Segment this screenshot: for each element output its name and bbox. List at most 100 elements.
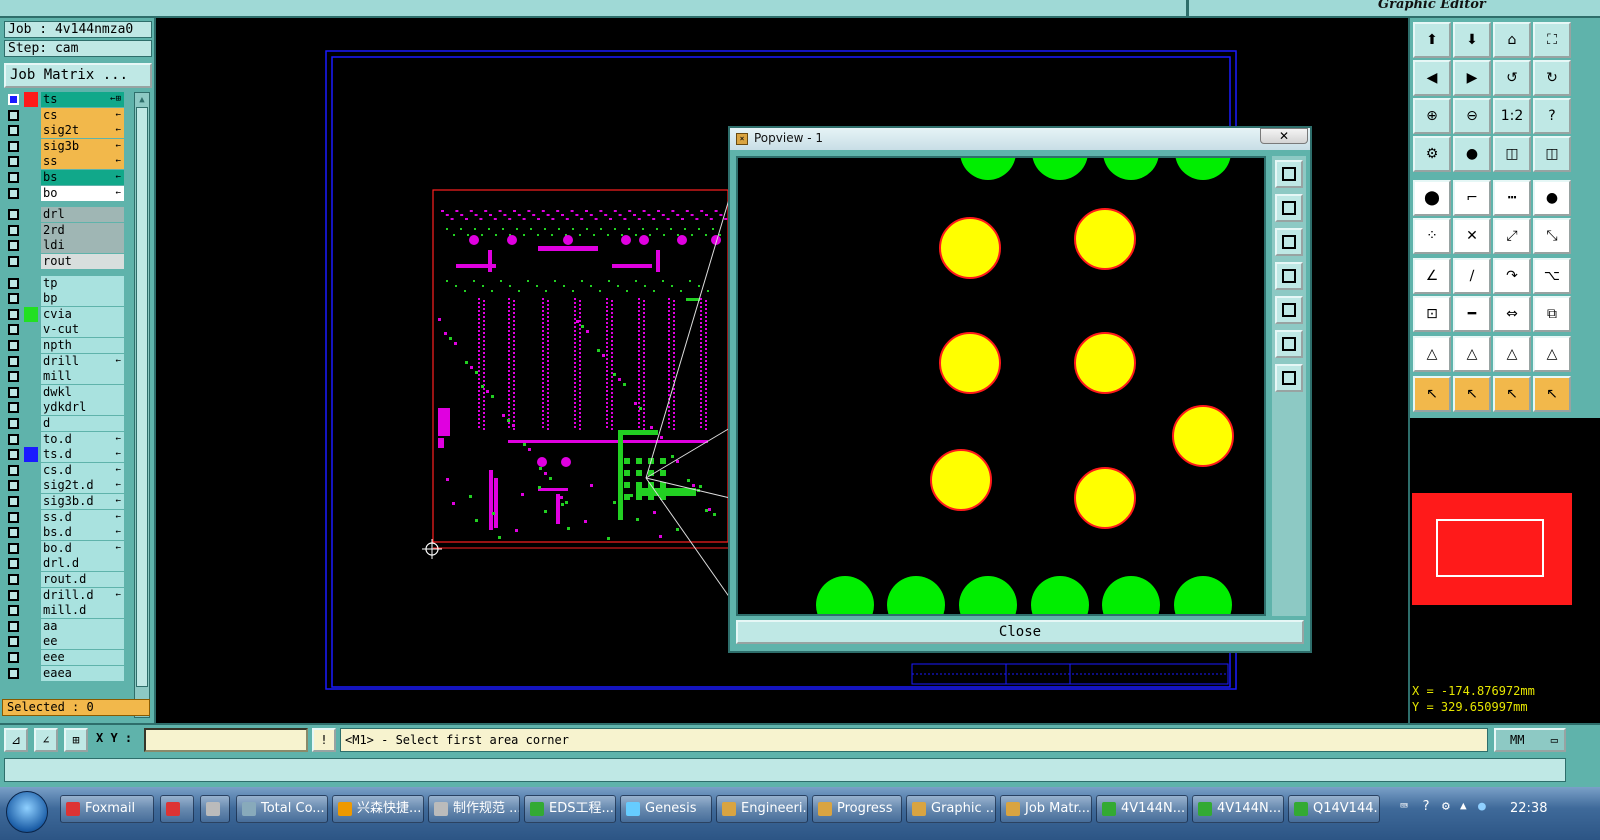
layer-checkbox[interactable]: [8, 542, 19, 554]
layer-color-swatch[interactable]: [24, 170, 38, 185]
layer-checkbox[interactable]: [8, 240, 19, 252]
layer-color-swatch[interactable]: [24, 369, 38, 384]
layer-row[interactable]: ldi: [4, 238, 126, 254]
layer-row[interactable]: bo.d ←: [4, 540, 126, 556]
layer-color-swatch[interactable]: [24, 254, 38, 269]
pan-left-tool-icon[interactable]: ◀: [1413, 60, 1451, 96]
slope-tool-icon[interactable]: ∕: [1453, 258, 1491, 294]
transform-tool-icon[interactable]: ⧉: [1533, 296, 1571, 332]
layer-name[interactable]: bo.d ←: [41, 540, 124, 556]
layer-row[interactable]: ss ←: [4, 154, 126, 170]
pv-pan-up-button[interactable]: [1275, 194, 1303, 222]
layer-checkbox[interactable]: [8, 574, 19, 585]
popview-window[interactable]: × Popview - 1 ✕ Close: [728, 126, 1312, 653]
layer-checkbox[interactable]: [8, 187, 19, 199]
layer-up-tool-icon[interactable]: ⬆: [1413, 22, 1451, 58]
scroll-up-icon[interactable]: ▲: [137, 95, 147, 105]
snap-mode-icon[interactable]: ⊿: [4, 728, 28, 752]
triangle-c-tool-icon[interactable]: △: [1493, 336, 1531, 372]
add-pad-tool-icon[interactable]: ⬤: [1413, 180, 1451, 216]
layer-name[interactable]: bs ←: [41, 170, 124, 185]
undo-view-tool-icon[interactable]: ↺: [1493, 60, 1531, 96]
layer-name[interactable]: eaea: [41, 665, 124, 681]
layer-name[interactable]: ydkdrl: [41, 400, 124, 416]
layer-name[interactable]: ts ←⊞: [41, 92, 124, 107]
layer-color-swatch[interactable]: [24, 123, 38, 138]
layer-row[interactable]: bo ←: [4, 185, 126, 201]
layer-checkbox[interactable]: [8, 418, 19, 429]
taskbar-item[interactable]: Progress: [812, 795, 902, 823]
layer-row[interactable]: ts ←⊞: [4, 92, 126, 107]
start-button[interactable]: [6, 791, 48, 833]
layer-name[interactable]: drill ←: [41, 353, 124, 369]
layer-color-swatch[interactable]: [24, 400, 38, 415]
layer-row[interactable]: drl.d: [4, 556, 126, 572]
filter-tool-icon[interactable]: ⚙: [1413, 136, 1451, 172]
layer-color-swatch[interactable]: [24, 92, 38, 107]
pan-right-tool-icon[interactable]: ▶: [1453, 60, 1491, 96]
layer-row[interactable]: d: [4, 416, 126, 431]
layer-row[interactable]: cs ←: [4, 107, 126, 123]
layer-color-swatch[interactable]: [24, 322, 38, 337]
layer-color-swatch[interactable]: [24, 276, 38, 291]
ruler-tool-icon[interactable]: ┅: [1493, 180, 1531, 216]
move-tool-icon[interactable]: ⤢: [1493, 218, 1531, 254]
layer-checkbox[interactable]: [8, 402, 19, 414]
layer-checkbox[interactable]: [8, 386, 19, 398]
layer-color-swatch[interactable]: [24, 238, 38, 253]
layer-checkbox[interactable]: [8, 355, 19, 367]
layer-checkbox[interactable]: [8, 464, 19, 476]
layer-checkbox[interactable]: [8, 308, 19, 320]
layer-name[interactable]: sig2t.d ←: [41, 478, 124, 494]
taskbar-item[interactable]: Graphic ...: [906, 795, 996, 823]
add-circle-tool-icon[interactable]: ●: [1533, 180, 1571, 216]
layer-name[interactable]: sig3b ←: [41, 138, 124, 154]
layer-down-tool-icon[interactable]: ⬇: [1453, 22, 1491, 58]
home-tool-icon[interactable]: ⌂: [1493, 22, 1531, 58]
layer-name[interactable]: 2rd: [41, 222, 124, 238]
layer-checkbox[interactable]: [8, 480, 19, 492]
layer-name[interactable]: drl: [41, 207, 124, 223]
layer-row[interactable]: ee: [4, 634, 126, 650]
popview-viewport[interactable]: [736, 156, 1266, 616]
popview-close-button[interactable]: Close: [736, 620, 1304, 644]
layer-checkbox[interactable]: [8, 558, 19, 570]
layer-color-swatch[interactable]: [24, 432, 38, 447]
layer-name[interactable]: ee: [41, 634, 124, 650]
layer-row[interactable]: mill: [4, 369, 126, 385]
help-tool-icon[interactable]: ?: [1533, 98, 1571, 134]
overview-view-rect[interactable]: [1436, 519, 1544, 577]
zoom-fit-tool-icon[interactable]: ⛶: [1533, 22, 1571, 58]
layer-checkbox[interactable]: [8, 636, 19, 648]
layer-row[interactable]: dwkl: [4, 384, 126, 400]
snap-tool-icon[interactable]: ⊡: [1413, 296, 1451, 332]
triangle-b-tool-icon[interactable]: △: [1453, 336, 1491, 372]
layer-color-swatch[interactable]: [24, 650, 38, 665]
layer-color-swatch[interactable]: [24, 416, 38, 431]
layer-row[interactable]: eaea: [4, 665, 126, 681]
layer-row[interactable]: v-cut: [4, 322, 126, 338]
layer-name[interactable]: cs ←: [41, 107, 124, 123]
layer-color-swatch[interactable]: [24, 291, 38, 306]
layer-checkbox[interactable]: [8, 156, 19, 168]
arc-tool-icon[interactable]: ↷: [1493, 258, 1531, 294]
layer-color-swatch[interactable]: [24, 154, 38, 169]
grid-icon[interactable]: ⊞: [64, 728, 88, 752]
layer-color-swatch[interactable]: [24, 108, 38, 123]
layer-name[interactable]: cvia: [41, 306, 124, 322]
layer-name[interactable]: bs.d ←: [41, 525, 124, 541]
layer-row[interactable]: ss.d ←: [4, 509, 126, 525]
layer-row[interactable]: ydkdrl: [4, 400, 126, 416]
layer-name[interactable]: bp: [41, 291, 124, 307]
layer-row[interactable]: sig3b ←: [4, 138, 126, 154]
layer-color-swatch[interactable]: [24, 354, 38, 369]
layer-color-swatch[interactable]: [24, 463, 38, 478]
layer-checkbox[interactable]: [8, 277, 19, 289]
layer-name[interactable]: dwkl: [41, 384, 124, 400]
taskbar-item[interactable]: EDS工程...: [524, 795, 616, 823]
layer-checkbox[interactable]: [8, 209, 19, 221]
layer-checkbox[interactable]: [8, 589, 19, 601]
layer-color-swatch[interactable]: [24, 223, 38, 238]
layer-color-swatch[interactable]: [24, 588, 38, 603]
copy-tool-icon[interactable]: ⤡: [1533, 218, 1571, 254]
